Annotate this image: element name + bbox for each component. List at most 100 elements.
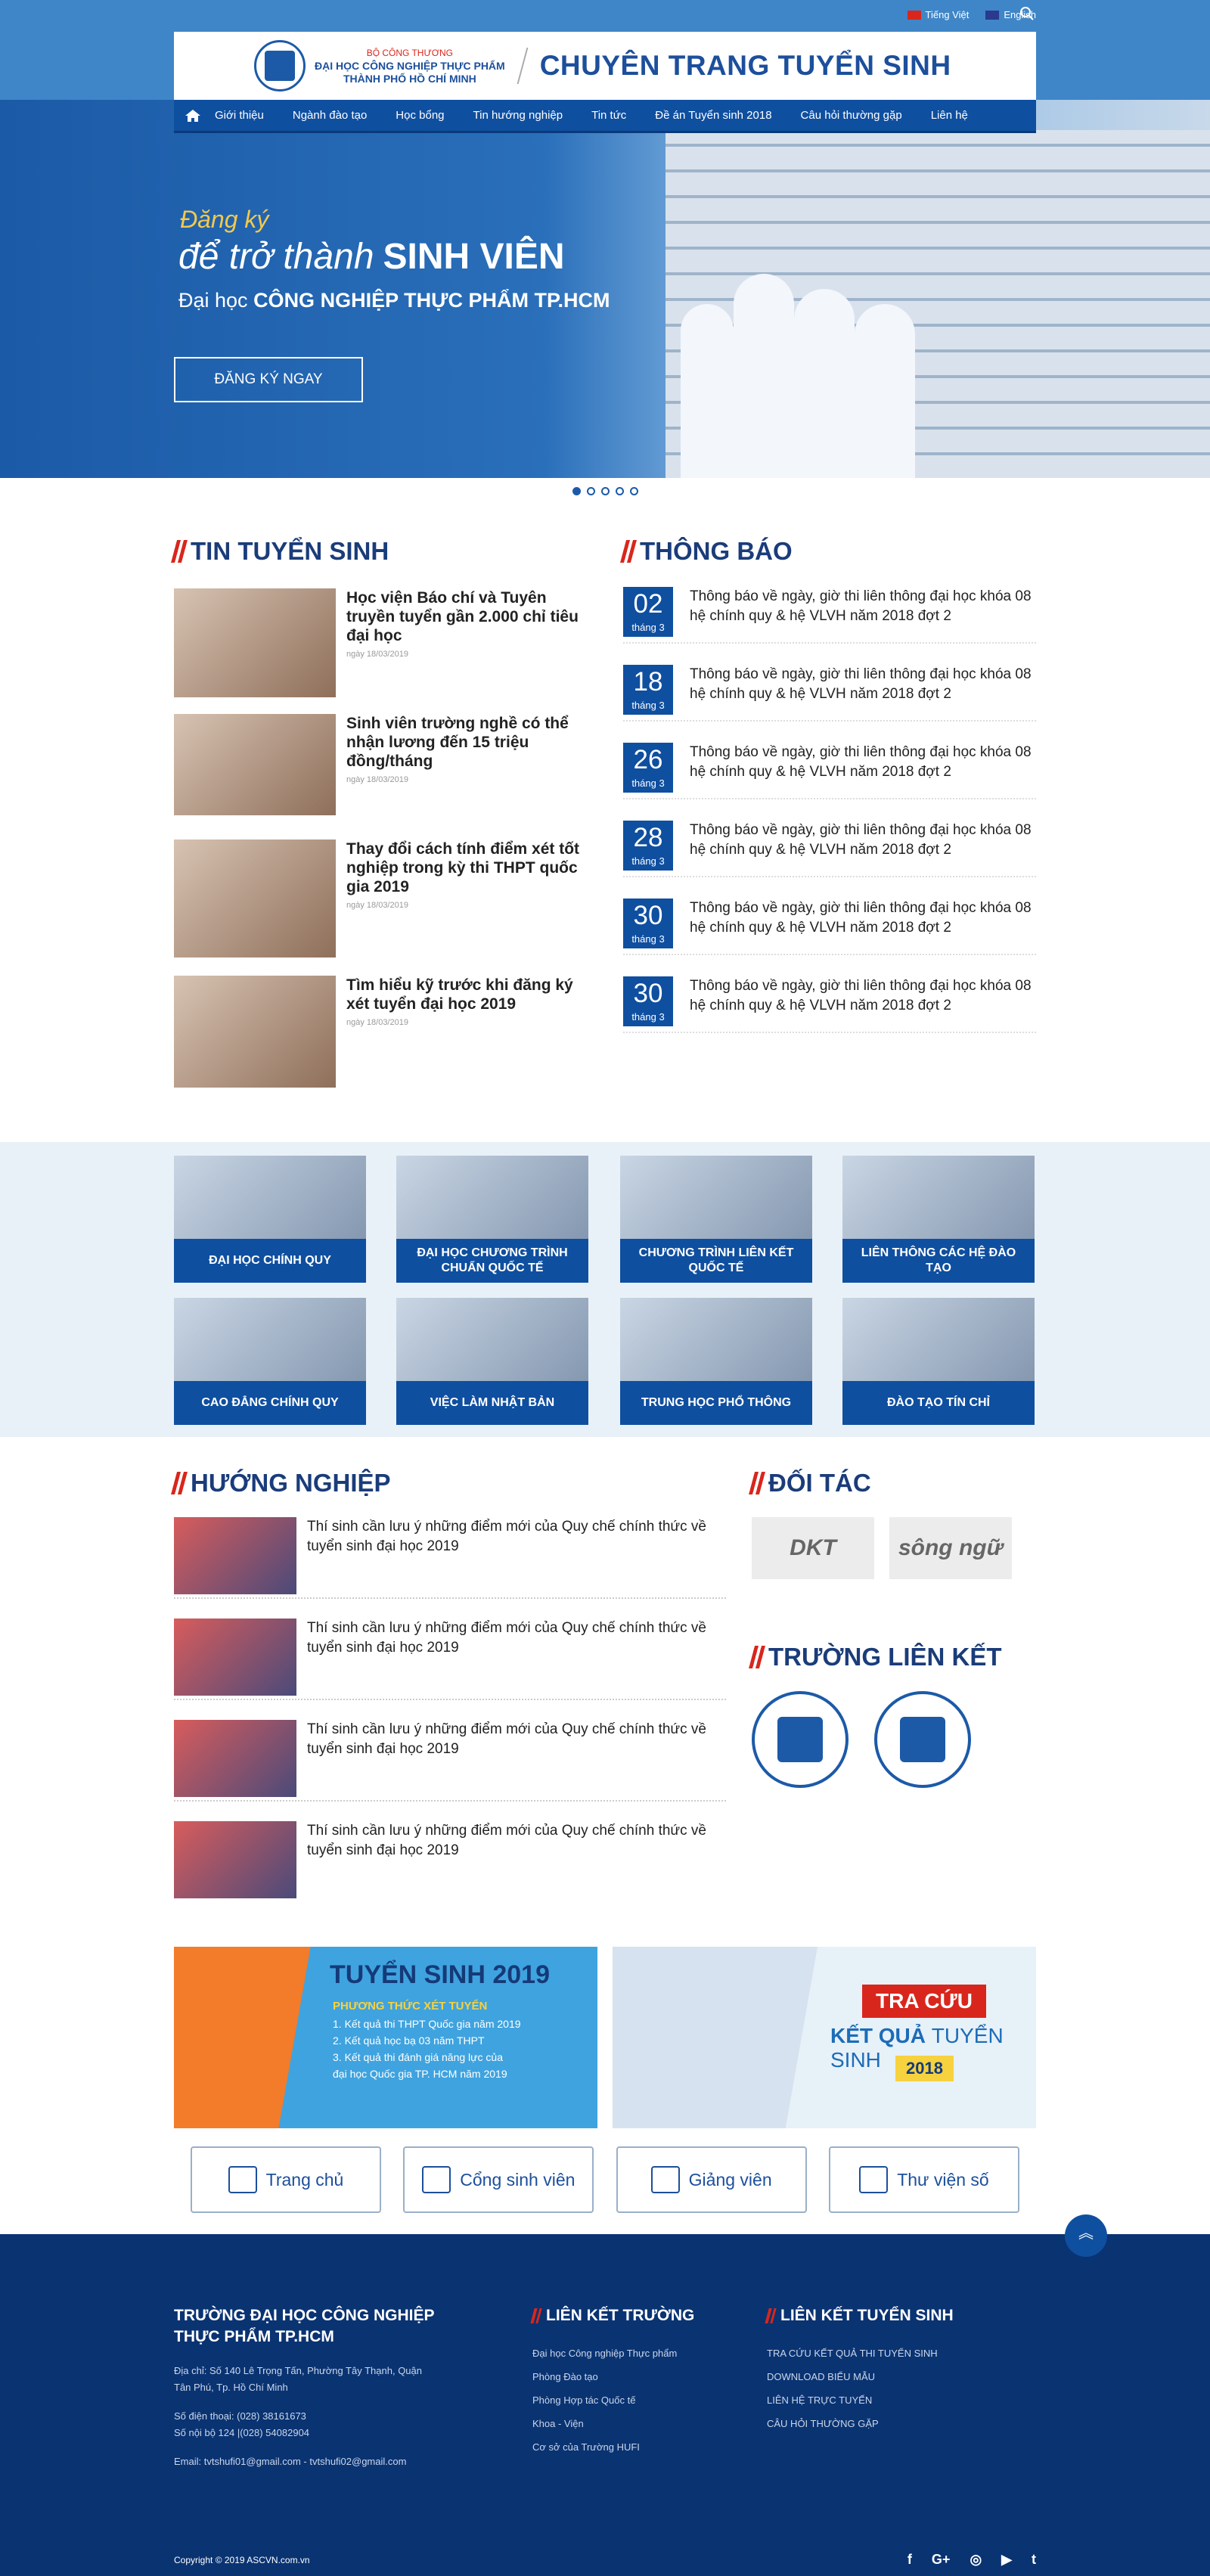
partner-logo-dkt[interactable]: DKT bbox=[752, 1517, 874, 1579]
google-plus-icon[interactable]: G+ bbox=[932, 2552, 951, 2568]
category-label[interactable]: ĐẠI HỌC CHÍNH QUY bbox=[174, 1239, 366, 1283]
news-item[interactable]: Sinh viên trường nghề có thể nhận lương … bbox=[174, 714, 597, 823]
category-card[interactable]: VIỆC LÀM NHẬT BẢN bbox=[396, 1298, 588, 1425]
instagram-icon[interactable]: ◎ bbox=[970, 2552, 982, 2568]
nav-item-cau-hoi[interactable]: Câu hỏi thường gặp bbox=[801, 109, 902, 122]
nav-item-tin-tuc[interactable]: Tin tức bbox=[591, 109, 626, 122]
back-to-top-icon[interactable]: ︽ bbox=[1065, 2214, 1107, 2257]
facebook-icon[interactable]: f bbox=[908, 2552, 912, 2568]
notice-text[interactable]: Thông báo về ngày, giờ thi liên thông đạ… bbox=[690, 976, 1036, 1032]
category-card[interactable]: CAO ĐẲNG CHÍNH QUY bbox=[174, 1298, 366, 1425]
notice-text[interactable]: Thông báo về ngày, giờ thi liên thông đạ… bbox=[690, 898, 1036, 954]
career-item[interactable]: Thí sinh cần lưu ý những điểm mới của Qu… bbox=[174, 1599, 726, 1700]
hufi-seal-logo[interactable] bbox=[752, 1691, 849, 1788]
footer-school-name: TRƯỜNG ĐẠI HỌC CÔNG NGHIỆP THỰC PHẨM TP.… bbox=[174, 2307, 435, 2345]
career-thumbnail[interactable] bbox=[174, 1619, 296, 1696]
search-icon[interactable] bbox=[1019, 6, 1035, 21]
news-headline[interactable]: Thay đổi cách tính điểm xét tốt nghiệp t… bbox=[346, 840, 597, 896]
footer-link[interactable]: TRA CỨU KẾT QUẢ THI TUYỂN SINH bbox=[767, 2342, 994, 2365]
school-logo[interactable] bbox=[254, 40, 306, 92]
news-thumbnail[interactable] bbox=[174, 714, 336, 815]
footer-link[interactable]: LIÊN HỆ TRỰC TUYẾN bbox=[767, 2388, 994, 2412]
nav-item-lien-he[interactable]: Liên hệ bbox=[931, 109, 968, 122]
nav-item-nganh-dao-tao[interactable]: Ngành đào tạo bbox=[293, 109, 367, 122]
notice-item[interactable]: 30 tháng 3 Thông báo về ngày, giờ thi liên… bbox=[623, 955, 1036, 1033]
youtube-icon[interactable]: ▶ bbox=[1001, 2552, 1012, 2568]
career-thumbnail[interactable] bbox=[174, 1821, 296, 1898]
footer-link[interactable]: Phòng Hợp tác Quốc tế bbox=[532, 2388, 729, 2412]
footer-link[interactable]: DOWNLOAD BIỂU MẪU bbox=[767, 2365, 994, 2388]
admission-2019-banner[interactable]: TUYỂN SINH 2019 PHƯƠNG THỨC XÉT TUYỂN 1.… bbox=[174, 1947, 597, 2128]
partner-logo-songngu[interactable]: sông ngữ bbox=[889, 1517, 1012, 1579]
footer-link[interactable]: Khoa - Viện bbox=[532, 2412, 729, 2435]
news-headline[interactable]: Tìm hiểu kỹ trước khi đăng ký xét tuyển … bbox=[346, 976, 597, 1013]
slider-dot[interactable] bbox=[615, 487, 624, 495]
nav-item-de-an[interactable]: Đề án Tuyển sinh 2018 bbox=[655, 109, 771, 122]
notice-day: 02 bbox=[633, 589, 663, 619]
lecturer-button[interactable]: Giảng viên bbox=[616, 2146, 807, 2213]
footer-email[interactable]: Email: tvtshufi01@gmail.com - tvtshufi02… bbox=[174, 2453, 461, 2470]
notice-item[interactable]: 02 tháng 3 Thông báo về ngày, giờ thi liên… bbox=[623, 566, 1036, 644]
news-item[interactable]: Học viện Báo chí và Tuyên truyền tuyển g… bbox=[174, 588, 597, 697]
career-headline[interactable]: Thí sinh cần lưu ý những điểm mới của Qu… bbox=[307, 1720, 726, 1800]
nav-item-tin-huong-nghiep[interactable]: Tin hướng nghiệp bbox=[473, 109, 563, 122]
notice-item[interactable]: 28 tháng 3 Thông báo về ngày, giờ thi liên… bbox=[623, 799, 1036, 877]
slider-dot[interactable] bbox=[586, 487, 595, 495]
twitter-icon[interactable]: t bbox=[1032, 2552, 1036, 2568]
category-label[interactable]: ĐÀO TẠO TÍN CHỈ bbox=[842, 1381, 1035, 1425]
lang-vi-link[interactable]: Tiếng Việt bbox=[907, 9, 969, 20]
notice-text[interactable]: Thông báo về ngày, giờ thi liên thông đạ… bbox=[690, 743, 1036, 798]
category-card[interactable]: CHƯƠNG TRÌNH LIÊN KẾT QUỐC TẾ bbox=[620, 1156, 812, 1283]
news-headline[interactable]: Học viện Báo chí và Tuyên truyền tuyển g… bbox=[346, 588, 597, 645]
category-label[interactable]: LIÊN THÔNG CÁC HỆ ĐÀO TẠO bbox=[842, 1239, 1035, 1283]
notice-text[interactable]: Thông báo về ngày, giờ thi liên thông đạ… bbox=[690, 587, 1036, 642]
slider-dot[interactable] bbox=[572, 487, 581, 495]
nav-item-gioi-thieu[interactable]: Giới thiệu bbox=[215, 109, 264, 122]
career-headline[interactable]: Thí sinh cần lưu ý những điểm mới của Qu… bbox=[307, 1821, 726, 1903]
category-card[interactable]: ĐÀO TẠO TÍN CHỈ bbox=[842, 1298, 1035, 1425]
home-link-button[interactable]: Trang chủ bbox=[191, 2146, 381, 2213]
news-headline[interactable]: Sinh viên trường nghề có thể nhận lương … bbox=[346, 714, 597, 771]
news-thumbnail[interactable] bbox=[174, 976, 336, 1088]
notice-item[interactable]: 18 tháng 3 Thông báo về ngày, giờ thi liên… bbox=[623, 644, 1036, 722]
notice-item[interactable]: 26 tháng 3 Thông báo về ngày, giờ thi liên… bbox=[623, 722, 1036, 799]
career-headline[interactable]: Thí sinh cần lưu ý những điểm mới của Qu… bbox=[307, 1619, 726, 1699]
notice-text[interactable]: Thông báo về ngày, giờ thi liên thông đạ… bbox=[690, 665, 1036, 720]
home-icon[interactable] bbox=[185, 109, 201, 123]
digital-library-button[interactable]: Thư viện số bbox=[828, 2146, 1019, 2213]
news-thumbnail[interactable] bbox=[174, 840, 336, 957]
register-now-button[interactable]: ĐĂNG KÝ NGAY bbox=[174, 357, 363, 402]
category-label[interactable]: TRUNG HỌC PHỔ THÔNG bbox=[620, 1381, 812, 1425]
news-thumbnail[interactable] bbox=[174, 588, 336, 697]
news-item[interactable]: Tìm hiểu kỹ trước khi đăng ký xét tuyển … bbox=[174, 976, 597, 1088]
career-item[interactable]: Thí sinh cần lưu ý những điểm mới của Qu… bbox=[174, 1802, 726, 1903]
category-label[interactable]: VIỆC LÀM NHẬT BẢN bbox=[396, 1381, 588, 1425]
career-headline[interactable]: Thí sinh cần lưu ý những điểm mới của Qu… bbox=[307, 1517, 726, 1597]
results-lookup-banner[interactable]: TRA CỨU KẾT QUẢ TUYỂN SINH 2018 bbox=[613, 1947, 1036, 2128]
category-card[interactable]: ĐẠI HỌC CHÍNH QUY bbox=[174, 1156, 366, 1283]
career-item[interactable]: Thí sinh cần lưu ý những điểm mới của Qu… bbox=[174, 1700, 726, 1802]
category-label[interactable]: CHƯƠNG TRÌNH LIÊN KẾT QUỐC TẾ bbox=[620, 1239, 812, 1283]
footer-link[interactable]: Đại học Công nghiệp Thực phẩm bbox=[532, 2342, 729, 2365]
footer-link[interactable]: CÂU HỎI THƯỜNG GẶP bbox=[767, 2412, 994, 2435]
career-thumbnail[interactable] bbox=[174, 1720, 296, 1797]
category-card[interactable]: LIÊN THÔNG CÁC HỆ ĐÀO TẠO bbox=[842, 1156, 1035, 1283]
notice-month: tháng 3 bbox=[631, 622, 665, 633]
student-portal-button[interactable]: Cổng sinh viên bbox=[403, 2146, 594, 2213]
slider-dot[interactable] bbox=[600, 487, 610, 495]
date-badge: 26 tháng 3 bbox=[623, 743, 673, 793]
slider-dot[interactable] bbox=[629, 487, 638, 495]
career-thumbnail[interactable] bbox=[174, 1517, 296, 1594]
category-card[interactable]: ĐẠI HỌC CHƯƠNG TRÌNH CHUẨN QUỐC TẾ bbox=[396, 1156, 588, 1283]
news-item[interactable]: Thay đổi cách tính điểm xét tốt nghiệp t… bbox=[174, 840, 597, 957]
category-label[interactable]: ĐẠI HỌC CHƯƠNG TRÌNH CHUẨN QUỐC TẾ bbox=[396, 1239, 588, 1283]
nav-item-hoc-bong[interactable]: Học bổng bbox=[396, 109, 444, 122]
notice-text[interactable]: Thông báo về ngày, giờ thi liên thông đạ… bbox=[690, 821, 1036, 876]
footer-link[interactable]: Cơ sở của Trường HUFI bbox=[532, 2435, 729, 2459]
vinh-university-seal-logo[interactable] bbox=[874, 1691, 971, 1788]
notice-item[interactable]: 30 tháng 3 Thông báo về ngày, giờ thi liên… bbox=[623, 877, 1036, 955]
category-card[interactable]: TRUNG HỌC PHỔ THÔNG bbox=[620, 1298, 812, 1425]
footer-link[interactable]: Phòng Đào tạo bbox=[532, 2365, 729, 2388]
category-label[interactable]: CAO ĐẲNG CHÍNH QUY bbox=[174, 1381, 366, 1425]
career-item[interactable]: Thí sinh cần lưu ý những điểm mới của Qu… bbox=[174, 1497, 726, 1599]
